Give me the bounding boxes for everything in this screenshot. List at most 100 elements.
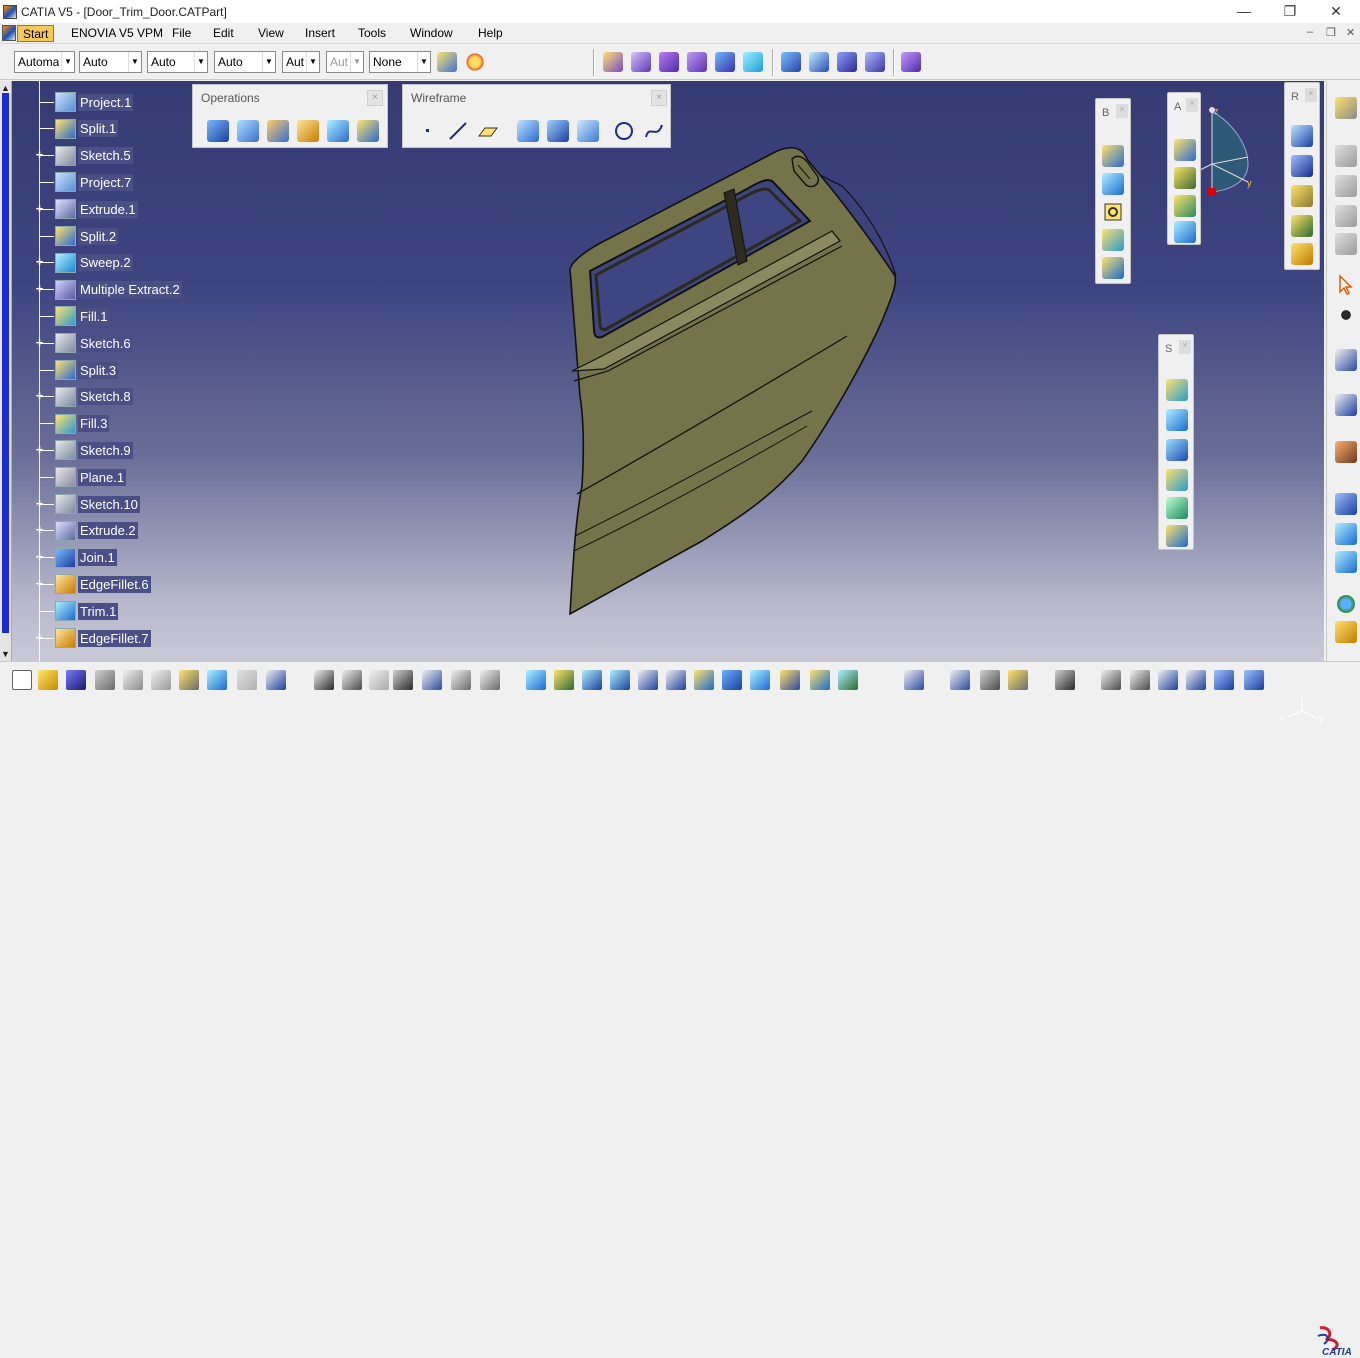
analysis-icon[interactable] bbox=[901, 52, 921, 72]
properties-icon[interactable] bbox=[1335, 233, 1357, 255]
painter-icon[interactable] bbox=[437, 52, 457, 72]
extract-icon[interactable] bbox=[1174, 139, 1196, 161]
fill-tool-icon[interactable] bbox=[1166, 469, 1188, 491]
tree-item[interactable]: Split.2 bbox=[34, 224, 119, 248]
tree-item[interactable]: +Sketch.10 bbox=[34, 492, 140, 516]
join-icon[interactable] bbox=[207, 120, 229, 142]
lock-icon[interactable] bbox=[451, 670, 471, 690]
multiple-extract-icon[interactable] bbox=[1174, 167, 1196, 189]
maximize-button[interactable]: ❐ bbox=[1280, 2, 1300, 20]
boundary-icon[interactable] bbox=[1174, 195, 1196, 217]
capture-icon[interactable] bbox=[1055, 670, 1075, 690]
update-icon[interactable] bbox=[904, 670, 924, 690]
tree-item[interactable]: Plane.1 bbox=[34, 465, 127, 489]
tree-item[interactable]: Project.7 bbox=[34, 170, 134, 194]
menu-insert[interactable]: Insert bbox=[300, 25, 340, 42]
instantiate-icon[interactable] bbox=[422, 670, 442, 690]
measure-between-icon[interactable] bbox=[950, 670, 970, 690]
axis-icon[interactable] bbox=[1158, 670, 1178, 690]
extrude-surface-icon[interactable] bbox=[659, 52, 679, 72]
pan-icon[interactable] bbox=[582, 670, 602, 690]
transparency-combo[interactable]: Auto ▼ bbox=[79, 51, 142, 73]
material-icon[interactable] bbox=[465, 52, 485, 72]
fill-surface-icon[interactable] bbox=[687, 52, 707, 72]
blend-surface-icon[interactable] bbox=[1166, 525, 1188, 547]
mdi-close-button[interactable]: ✕ bbox=[1346, 26, 1355, 39]
menu-help[interactable]: Help bbox=[473, 25, 508, 42]
surfacic-curvature-icon[interactable] bbox=[1335, 523, 1357, 545]
tree-item[interactable]: +Sketch.5 bbox=[34, 144, 133, 168]
rotate-icon[interactable] bbox=[1291, 125, 1313, 147]
tree-item[interactable]: +Extrude.1 bbox=[34, 197, 138, 221]
line-icon[interactable] bbox=[447, 120, 469, 142]
point-type-combo[interactable]: Aut ▼ bbox=[282, 51, 320, 73]
measure-inertia-icon[interactable] bbox=[1008, 670, 1028, 690]
disassemble-icon[interactable] bbox=[267, 120, 289, 142]
whats-this-icon[interactable] bbox=[266, 670, 286, 690]
lighting-icon[interactable] bbox=[1335, 621, 1357, 643]
loft-icon[interactable] bbox=[1166, 497, 1188, 519]
menu-file[interactable]: File bbox=[167, 25, 196, 42]
paste-icon[interactable] bbox=[179, 670, 199, 690]
axis-system-icon[interactable] bbox=[1335, 349, 1357, 371]
shading-icon[interactable] bbox=[780, 670, 800, 690]
catia-menu-icon[interactable] bbox=[2, 25, 16, 41]
projection-icon[interactable] bbox=[517, 120, 539, 142]
swap-space-icon[interactable] bbox=[838, 670, 858, 690]
catalog-icon[interactable] bbox=[1335, 205, 1357, 227]
r-toolbar-close-icon[interactable]: × bbox=[1305, 88, 1317, 102]
tree-item[interactable]: Fill.3 bbox=[34, 412, 110, 436]
menu-edit[interactable]: Edit bbox=[208, 25, 239, 42]
hand-icon[interactable] bbox=[1130, 670, 1150, 690]
layer-combo[interactable]: None ▼ bbox=[369, 51, 431, 73]
blend-icon[interactable] bbox=[743, 52, 763, 72]
tree-item[interactable]: +Sketch.9 bbox=[34, 438, 133, 462]
thick-surface-icon[interactable] bbox=[715, 52, 735, 72]
wireframe-close-icon[interactable]: × bbox=[651, 90, 667, 106]
measure-item-icon[interactable] bbox=[980, 670, 1000, 690]
part-body-icon[interactable] bbox=[781, 52, 801, 72]
extrude-surface-tool-icon[interactable] bbox=[1166, 379, 1188, 401]
tree-item[interactable]: +EdgeFillet.6 bbox=[34, 572, 151, 596]
menu-tools[interactable]: Tools bbox=[353, 25, 391, 42]
spline-icon[interactable] bbox=[643, 120, 665, 142]
select-arrow-icon[interactable] bbox=[1335, 274, 1357, 296]
line-thickness-combo[interactable]: Auto ▼ bbox=[147, 51, 208, 73]
operations-close-icon[interactable]: × bbox=[367, 90, 383, 106]
symmetry-icon[interactable] bbox=[1291, 215, 1313, 237]
tree-item[interactable]: Trim.1 bbox=[34, 599, 119, 623]
surface-icon[interactable] bbox=[603, 52, 623, 72]
hide-show-icon[interactable] bbox=[810, 670, 830, 690]
print-icon[interactable] bbox=[95, 670, 115, 690]
circle-icon[interactable] bbox=[613, 120, 635, 142]
tree-scrollbar[interactable]: ▲ ▼ bbox=[0, 81, 12, 661]
parallel-curve-icon[interactable] bbox=[577, 120, 599, 142]
fly-mode-icon[interactable] bbox=[526, 670, 546, 690]
sew-surface-icon[interactable] bbox=[837, 52, 857, 72]
scroll-thumb[interactable] bbox=[2, 93, 9, 633]
copy-view-icon[interactable] bbox=[1335, 145, 1357, 167]
tree-item[interactable]: +Extrude.2 bbox=[34, 519, 138, 543]
a-toolbar-close-icon[interactable]: × bbox=[1186, 98, 1198, 112]
menu-start[interactable]: Start bbox=[17, 25, 55, 42]
zoom-out-icon[interactable] bbox=[666, 670, 686, 690]
pattern-icon[interactable] bbox=[1291, 185, 1313, 207]
translate-icon[interactable] bbox=[327, 120, 349, 142]
tree-item[interactable]: Project.1 bbox=[34, 90, 134, 114]
tools-palette-icon[interactable] bbox=[1186, 670, 1206, 690]
sketcher-icon[interactable] bbox=[1335, 304, 1357, 326]
multi-view-icon[interactable] bbox=[722, 670, 742, 690]
draft-analysis-icon[interactable] bbox=[1335, 441, 1357, 463]
close-surface-icon[interactable] bbox=[809, 52, 829, 72]
save-icon[interactable] bbox=[66, 670, 86, 690]
scan-icon[interactable] bbox=[480, 670, 500, 690]
paste-view-icon[interactable] bbox=[1335, 175, 1357, 197]
tree-item[interactable]: +Join.1 bbox=[34, 546, 117, 570]
tree-item[interactable]: +Sketch.6 bbox=[34, 331, 133, 355]
grid-view-icon[interactable] bbox=[1214, 670, 1234, 690]
rotate-view-icon[interactable] bbox=[610, 670, 630, 690]
curve-analysis-icon[interactable] bbox=[1335, 394, 1357, 416]
new-file-icon[interactable] bbox=[12, 670, 32, 690]
copy-icon[interactable] bbox=[151, 670, 171, 690]
undo-icon[interactable] bbox=[207, 670, 227, 690]
